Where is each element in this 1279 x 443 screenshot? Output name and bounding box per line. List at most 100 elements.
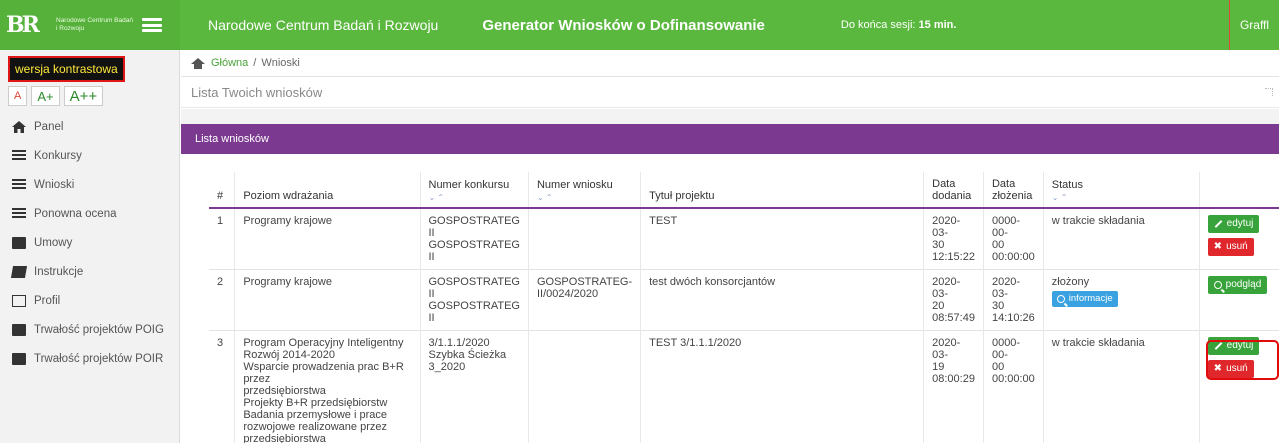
font-size-medium-button[interactable]: A+ [31,86,60,106]
sidebar-item-label: Trwałość projektów POIG [34,323,164,336]
col-status-label: Status [1051,179,1083,191]
home-icon[interactable] [191,57,205,69]
logo[interactable]: BR Narodowe Centrum Badań i Rozwoju [0,0,180,50]
font-size-small-button[interactable]: A [8,86,28,106]
image-icon [12,294,26,307]
cell-title: TEST 3/1.1.1/2020 [640,330,924,443]
col-contest[interactable]: Numer konkursu ⌄ ⌃ [419,172,529,209]
page-title: Lista Twoich wniosków [181,78,1279,108]
col-actions [1198,172,1279,209]
sidebar-item-label: Panel [34,120,64,133]
col-submitted: Data złożenia [982,172,1044,209]
cell-level: Programy krajowe [234,208,420,270]
delete-button-label: usuń [1226,363,1248,374]
sidebar-item-panel[interactable]: Panel [0,112,179,141]
folder-icon [12,323,26,336]
sidebar-item-profil[interactable]: Profil [0,286,179,315]
cell-contest: GOSPOSTRATEG II GOSPOSTRATEG II [419,208,529,270]
sidebar-item-label: Wnioski [34,178,75,191]
preview-button-label: podgląd [1225,279,1262,290]
font-size-large-button[interactable]: A++ [63,86,104,106]
sidebar-item-ponowna-ocena[interactable]: Ponowna ocena [0,199,179,228]
cell-status: w trakcie składania [1042,330,1200,443]
sidebar-item-instrukcje[interactable]: Instrukcje [0,257,179,286]
sidebar-item-label: Konkursy [34,149,82,162]
col-title: Tytuł projektu [640,172,924,209]
preview-button[interactable]: podgląd [1207,276,1268,294]
cell-num: 1 [209,208,235,270]
pencil-icon [1214,220,1223,228]
search-icon [1056,295,1065,303]
app-title: Generator Wniosków o Dofinansowanie [482,16,765,34]
breadcrumb: Główna / Wnioski [181,50,1279,77]
cell-added: 2020-03- 19 08:00:29 [923,330,984,443]
sidebar-item-konkursy[interactable]: Konkursy [0,141,179,170]
contrast-toggle-button[interactable]: wersja kontrastowa [8,56,125,82]
sidebar-item-trwalosc-poir[interactable]: Trwałość projektów POIR [0,344,179,373]
col-status[interactable]: Status ⌄ ⌃ [1042,172,1200,209]
breadcrumb-separator: / [253,57,257,69]
sidebar-item-label: Trwałość projektów POIR [34,352,164,365]
applications-panel: Lista wniosków # Poziom wdrażania Numer … [181,124,1279,443]
cell-title: TEST [640,208,924,270]
sort-icon[interactable]: ⌄ ⌃ [1052,193,1191,202]
logo-text: Narodowe Centrum Badań i Rozwoju [56,17,133,32]
cell-submitted: 2020-03- 30 14:10:26 [982,269,1044,331]
table-row: 1 Programy krajowe GOSPOSTRATEG II GOSPO… [209,208,1279,270]
hamburger-menu-icon[interactable] [142,18,162,32]
breadcrumb-current: Wnioski [261,57,300,69]
home-icon [12,120,26,133]
edit-button-label: edytuj [1226,218,1254,229]
delete-button[interactable]: ✖ usuń [1207,360,1254,378]
sidebar-item-label: Ponowna ocena [34,207,117,220]
cell-submitted: 0000-00- 00 00:00:00 [982,208,1044,270]
status-text: złożony [1051,276,1090,288]
sidebar-item-label: Instrukcje [34,265,84,278]
expand-icon[interactable] [1265,88,1273,96]
sort-icon[interactable]: ⌄ ⌃ [537,193,632,202]
cell-level: Programy krajowe [234,269,420,331]
col-application[interactable]: Numer wniosku ⌄ ⌃ [527,172,641,209]
col-num: # [209,172,235,209]
delete-button-label: usuń [1226,241,1248,252]
pencil-icon [1214,342,1223,350]
edit-button[interactable]: edytuj [1207,337,1260,355]
cell-level: Program Operacyjny Inteligentny Rozwój 2… [234,330,420,443]
session-label: Do końca sesji: [840,19,916,31]
cell-title: test dwóch konsorcjantów [640,269,924,331]
sort-icon[interactable]: ⌄ ⌃ [429,193,520,202]
sidebar-item-umowy[interactable]: Umowy [0,228,179,257]
close-icon: ✖ [1213,241,1223,252]
table-row: 2 Programy krajowe GOSPOSTRATEG II GOSPO… [209,269,1279,331]
list-icon [12,178,26,191]
folder-icon [12,352,26,365]
cell-status: złożony informacje [1042,269,1200,331]
sidebar-item-trwalosc-poig[interactable]: Trwałość projektów POIG [0,315,179,344]
delete-button[interactable]: ✖ usuń [1207,238,1254,256]
sidebar-item-label: Profil [34,294,61,307]
session-timer: Do końca sesji: 15 min. [841,19,957,31]
close-icon: ✖ [1213,363,1223,374]
breadcrumb-home-link[interactable]: Główna [211,57,248,69]
sidebar-item-label: Umowy [34,236,73,249]
cell-application: GOSPOSTRATEG- II/0024/2020 [527,269,641,331]
org-name: Narodowe Centrum Badań i Rozwoju [208,17,439,33]
sidebar-item-wnioski[interactable]: Wnioski [0,170,179,199]
applications-table: # Poziom wdrażania Numer konkursu ⌄ ⌃ Nu… [209,172,1279,443]
book-icon [10,265,28,278]
info-button[interactable]: informacje [1051,291,1118,307]
list-icon [12,149,26,162]
cell-submitted: 0000-00- 00 00:00:00 [982,330,1044,443]
cell-num: 3 [209,330,235,443]
sidebar-nav: Panel Konkursy Wnioski Ponowna ocena Umo… [0,112,179,373]
folder-icon [12,236,26,249]
cell-application [527,330,641,443]
edit-button[interactable]: edytuj [1207,215,1260,233]
cell-added: 2020-03- 30 12:15:22 [923,208,984,270]
cell-actions: edytuj ✖ usuń [1198,330,1279,443]
cell-application [527,208,641,270]
table-row: 3 Program Operacyjny Inteligentny Rozwój… [209,330,1279,443]
page-title-text: Lista Twoich wniosków [191,85,323,100]
user-menu[interactable]: Graffl [1229,0,1279,50]
session-value: 15 min. [918,19,957,31]
